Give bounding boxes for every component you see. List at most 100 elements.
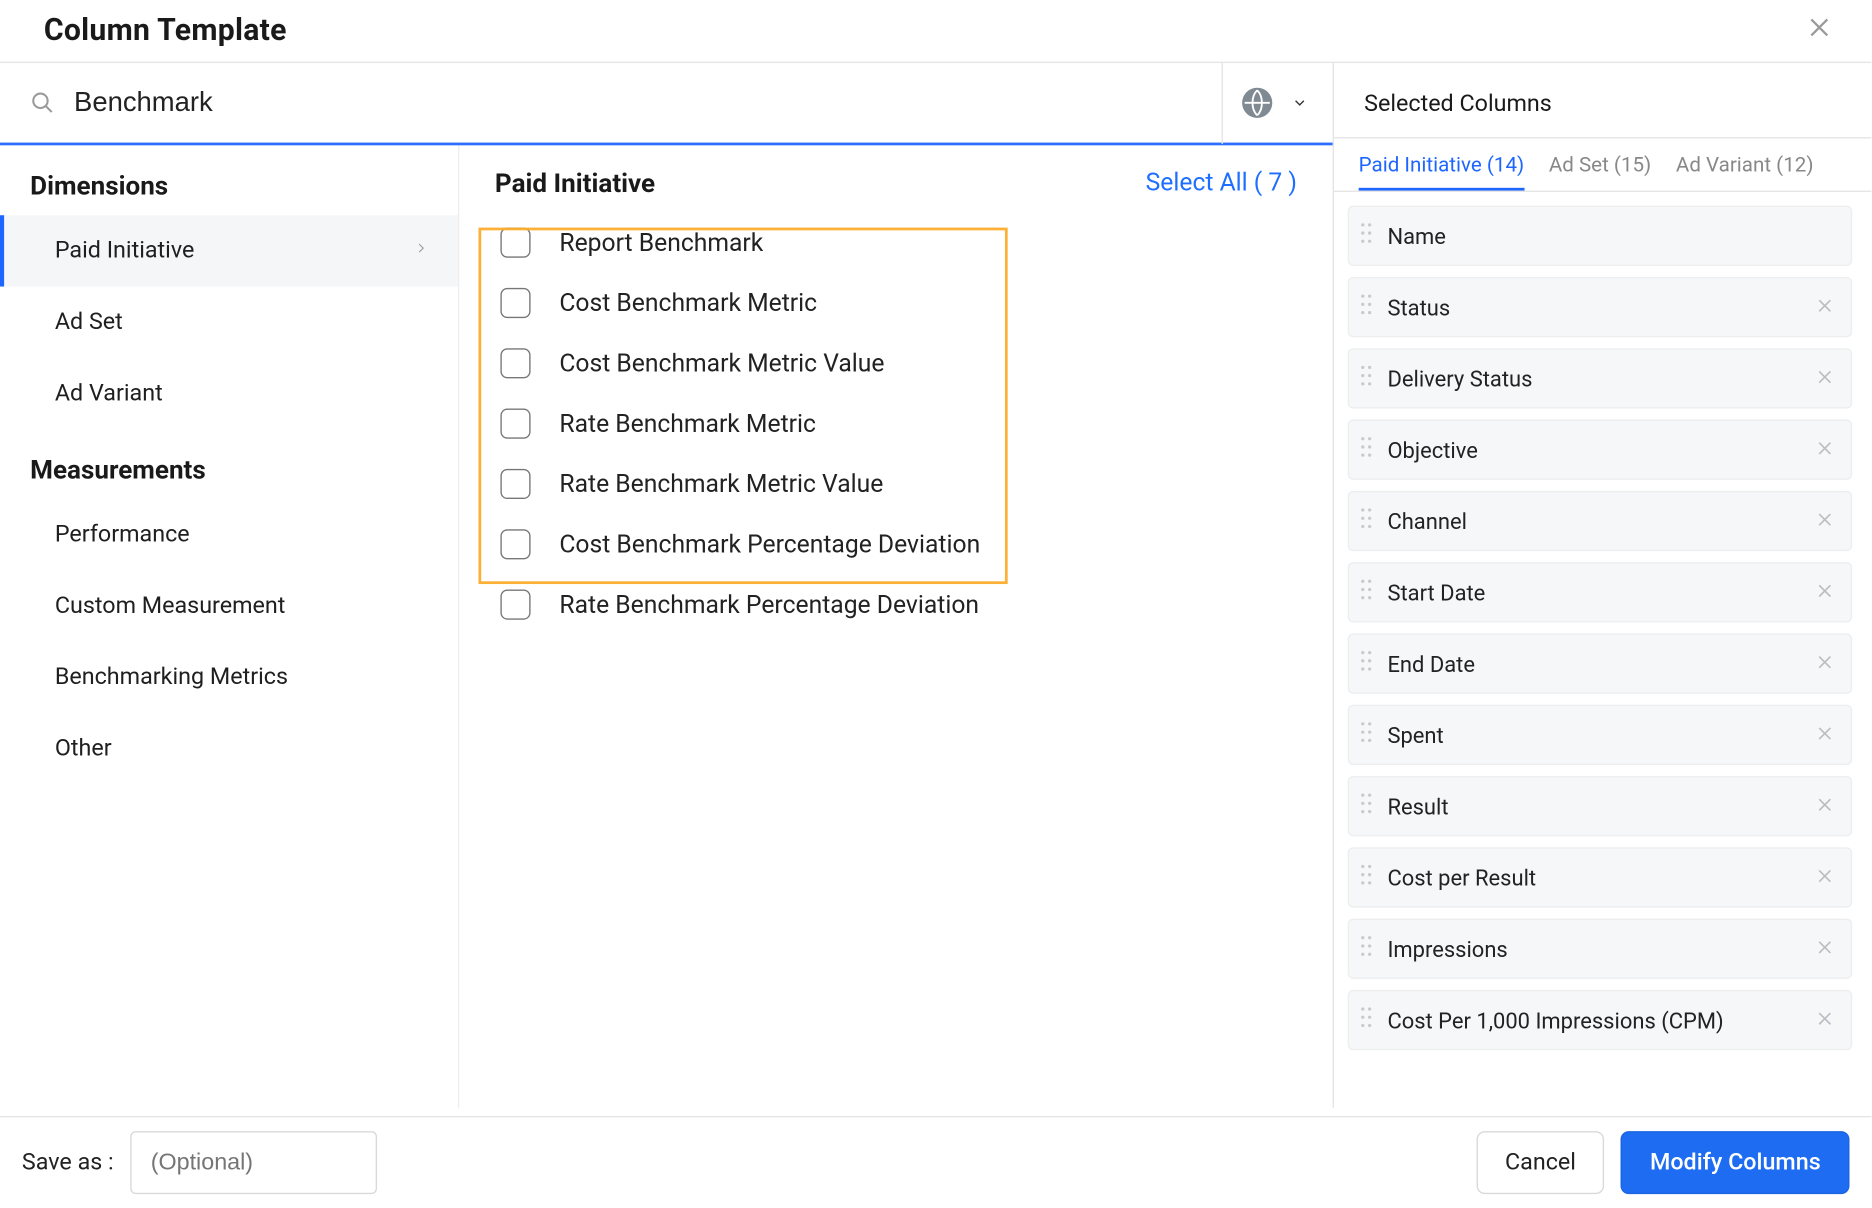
selected-column-label: Delivery Status bbox=[1387, 365, 1815, 391]
tab-ad[interactable]: Ad Variant (12) bbox=[1676, 152, 1814, 190]
tab-paid[interactable]: Paid Initiative (14) bbox=[1359, 152, 1525, 190]
close-icon bbox=[1806, 14, 1833, 41]
drag-handle-icon[interactable] bbox=[1360, 650, 1374, 677]
option-checkbox[interactable] bbox=[500, 228, 530, 258]
close-button[interactable] bbox=[1806, 14, 1833, 48]
selected-column-label: Result bbox=[1387, 793, 1815, 819]
tab-ad[interactable]: Ad Set (15) bbox=[1549, 152, 1651, 190]
sidebar-item-ad-variant[interactable]: Ad Variant bbox=[0, 358, 458, 429]
globe-icon bbox=[1242, 88, 1272, 118]
option-row[interactable]: Cost Benchmark Percentage Deviation bbox=[492, 514, 1332, 574]
drag-handle-icon[interactable] bbox=[1360, 792, 1374, 819]
selected-column-item[interactable]: Status bbox=[1348, 277, 1853, 337]
remove-column-button[interactable] bbox=[1815, 722, 1834, 748]
scope-dropdown[interactable] bbox=[1222, 62, 1333, 144]
chevron-down-icon bbox=[1291, 90, 1307, 116]
sidebar-item-benchmarking-metrics[interactable]: Benchmarking Metrics bbox=[0, 642, 458, 713]
sidebar-item-label: Ad Set bbox=[55, 308, 123, 335]
option-label: Rate Benchmark Percentage Deviation bbox=[559, 590, 979, 619]
option-checkbox[interactable] bbox=[500, 348, 530, 378]
option-checkbox[interactable] bbox=[500, 288, 530, 318]
cancel-button[interactable]: Cancel bbox=[1476, 1131, 1605, 1194]
sidebar-item-label: Custom Measurement bbox=[55, 592, 286, 619]
select-all-link[interactable]: Select All ( 7 ) bbox=[1146, 169, 1297, 198]
option-checkbox[interactable] bbox=[500, 590, 530, 620]
remove-column-button[interactable] bbox=[1815, 365, 1834, 391]
drag-handle-icon[interactable] bbox=[1360, 365, 1374, 392]
sidebar-item-label: Benchmarking Metrics bbox=[55, 664, 288, 691]
save-as-input[interactable] bbox=[130, 1131, 377, 1194]
option-row[interactable]: Report Benchmark bbox=[492, 213, 1332, 273]
selected-column-label: Cost Per 1,000 Impressions (CPM) bbox=[1387, 1007, 1815, 1033]
sidebar-item-label: Performance bbox=[55, 521, 190, 548]
sidebar-item-ad-set[interactable]: Ad Set bbox=[0, 287, 458, 358]
selected-column-item[interactable]: Objective bbox=[1348, 420, 1853, 480]
selected-column-item[interactable]: Impressions bbox=[1348, 919, 1853, 979]
selected-column-label: Spent bbox=[1387, 722, 1815, 748]
drag-handle-icon[interactable] bbox=[1360, 864, 1374, 891]
remove-column-button[interactable] bbox=[1815, 579, 1834, 605]
option-row[interactable]: Rate Benchmark Metric Value bbox=[492, 454, 1332, 514]
option-checkbox[interactable] bbox=[500, 469, 530, 499]
remove-column-button[interactable] bbox=[1815, 651, 1834, 677]
selected-column-item[interactable]: Result bbox=[1348, 776, 1853, 836]
sidebar-item-custom-measurement[interactable]: Custom Measurement bbox=[0, 570, 458, 641]
sidebar-item-other[interactable]: Other bbox=[0, 713, 458, 784]
remove-column-button[interactable] bbox=[1815, 508, 1834, 534]
option-row[interactable]: Cost Benchmark Metric Value bbox=[492, 333, 1332, 393]
option-label: Cost Benchmark Metric bbox=[559, 289, 817, 318]
selected-column-item[interactable]: Cost per Result bbox=[1348, 847, 1853, 907]
option-row[interactable]: Rate Benchmark Metric bbox=[492, 393, 1332, 453]
selected-column-item[interactable]: Delivery Status bbox=[1348, 348, 1853, 408]
dialog-title: Column Template bbox=[44, 14, 287, 48]
search-icon bbox=[30, 90, 55, 115]
remove-column-button[interactable] bbox=[1815, 864, 1834, 890]
sidebar-item-label: Paid Initiative bbox=[55, 237, 194, 264]
sidebar-item-label: Other bbox=[55, 735, 112, 762]
dimensions-group-title: Dimensions bbox=[0, 145, 458, 215]
drag-handle-icon[interactable] bbox=[1360, 721, 1374, 748]
option-label: Rate Benchmark Metric Value bbox=[559, 470, 883, 499]
option-label: Report Benchmark bbox=[559, 228, 763, 257]
remove-column-button[interactable] bbox=[1815, 437, 1834, 463]
option-checkbox[interactable] bbox=[500, 529, 530, 559]
option-label: Cost Benchmark Metric Value bbox=[559, 349, 884, 378]
search-input[interactable] bbox=[74, 71, 1222, 135]
remove-column-button[interactable] bbox=[1815, 793, 1834, 819]
drag-handle-icon[interactable] bbox=[1360, 507, 1374, 534]
selected-columns-header: Selected Columns bbox=[1334, 63, 1871, 138]
selected-column-label: End Date bbox=[1387, 651, 1815, 677]
selected-column-item[interactable]: End Date bbox=[1348, 633, 1853, 693]
drag-handle-icon[interactable] bbox=[1360, 222, 1374, 249]
selected-column-item[interactable]: Start Date bbox=[1348, 562, 1853, 622]
sidebar-item-paid-initiative[interactable]: Paid Initiative bbox=[0, 215, 458, 286]
option-row[interactable]: Rate Benchmark Percentage Deviation bbox=[492, 574, 1332, 634]
remove-column-button[interactable] bbox=[1815, 294, 1834, 320]
remove-column-button[interactable] bbox=[1815, 936, 1834, 962]
drag-handle-icon[interactable] bbox=[1360, 436, 1374, 463]
selected-column-item[interactable]: Cost Per 1,000 Impressions (CPM) bbox=[1348, 990, 1853, 1050]
selected-column-label: Channel bbox=[1387, 508, 1815, 534]
selected-column-label: Start Date bbox=[1387, 579, 1815, 605]
measurements-group-title: Measurements bbox=[0, 429, 458, 499]
selected-column-label: Objective bbox=[1387, 437, 1815, 463]
selected-column-label: Cost per Result bbox=[1387, 864, 1815, 890]
selected-column-item[interactable]: Channel bbox=[1348, 491, 1853, 551]
save-as-label: Save as : bbox=[22, 1149, 114, 1176]
search-row bbox=[0, 63, 1333, 145]
drag-handle-icon[interactable] bbox=[1360, 293, 1374, 320]
drag-handle-icon[interactable] bbox=[1360, 579, 1374, 606]
option-row[interactable]: Cost Benchmark Metric bbox=[492, 273, 1332, 333]
drag-handle-icon[interactable] bbox=[1360, 1006, 1374, 1033]
option-label: Rate Benchmark Metric bbox=[559, 409, 816, 438]
sidebar-item-label: Ad Variant bbox=[55, 380, 163, 407]
option-checkbox[interactable] bbox=[500, 409, 530, 439]
selected-column-label: Status bbox=[1387, 294, 1815, 320]
selected-column-item[interactable]: Name bbox=[1348, 206, 1853, 266]
drag-handle-icon[interactable] bbox=[1360, 935, 1374, 962]
selected-column-item[interactable]: Spent bbox=[1348, 705, 1853, 765]
sidebar-item-performance[interactable]: Performance bbox=[0, 499, 458, 570]
remove-column-button[interactable] bbox=[1815, 1007, 1834, 1033]
modify-columns-button[interactable]: Modify Columns bbox=[1621, 1131, 1849, 1194]
selected-column-label: Impressions bbox=[1387, 936, 1815, 962]
